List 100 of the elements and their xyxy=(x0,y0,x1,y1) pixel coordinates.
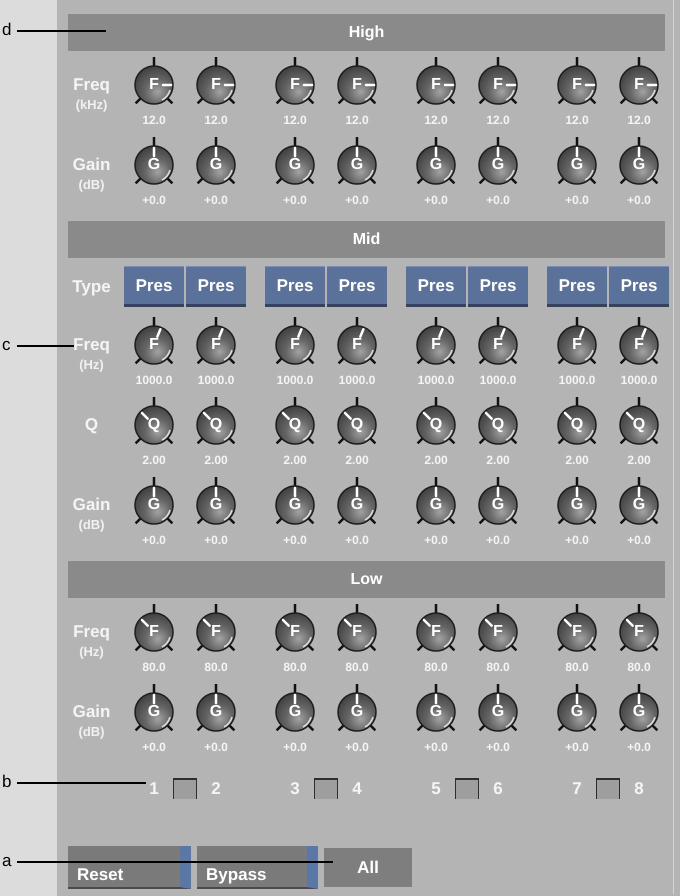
knob-value: +0.0 xyxy=(627,740,651,754)
knob-value: +0.0 xyxy=(345,193,369,207)
knob-value: 80.0 xyxy=(565,660,589,674)
knob-value: 12.0 xyxy=(565,113,589,127)
knob-value: +0.0 xyxy=(345,740,369,754)
channel-number: 6 xyxy=(492,778,504,798)
link-checkbox[interactable] xyxy=(314,778,338,799)
leader-line xyxy=(17,345,74,347)
knob-value: 2.00 xyxy=(565,453,589,467)
unit-label: (dB) xyxy=(78,724,104,740)
link-checkbox[interactable] xyxy=(173,778,197,799)
knob-value: 2.00 xyxy=(345,453,369,467)
knob-value: +0.0 xyxy=(283,740,307,754)
row-label: Gain xyxy=(72,155,110,175)
channel-number: 7 xyxy=(571,778,583,798)
knob-value: +0.0 xyxy=(424,193,448,207)
knob-value: 1000.0 xyxy=(338,373,376,387)
type-button[interactable]: Pres xyxy=(406,266,466,307)
knob-value: 1000.0 xyxy=(198,373,234,387)
knob-value: 1000.0 xyxy=(276,373,314,387)
unit-label: (dB) xyxy=(78,177,104,193)
knob-value: 2.00 xyxy=(627,453,651,467)
channel-number: 1 xyxy=(148,778,160,798)
knob-value: +0.0 xyxy=(565,533,589,547)
knob-value: 80.0 xyxy=(345,660,369,674)
knob-value: 12.0 xyxy=(283,113,307,127)
row-label: Gain xyxy=(72,702,110,722)
knob-value: 12.0 xyxy=(345,113,369,127)
link-checkbox[interactable] xyxy=(455,778,479,799)
knob-value: 1000.0 xyxy=(558,373,596,387)
channel-number: 5 xyxy=(430,778,442,798)
knob-value: +0.0 xyxy=(565,740,589,754)
knob-value: +0.0 xyxy=(424,533,448,547)
knob-value: +0.0 xyxy=(204,533,228,547)
action-button[interactable]: Reset xyxy=(68,846,191,889)
type-button[interactable]: Pres xyxy=(265,266,325,307)
channel-number: 3 xyxy=(289,778,301,798)
row-label: Type xyxy=(72,276,111,296)
knob-value: 80.0 xyxy=(627,660,651,674)
knob-value: 80.0 xyxy=(204,660,228,674)
knob-value: 80.0 xyxy=(424,660,448,674)
row-label: Freq xyxy=(73,622,110,642)
knob-value: +0.0 xyxy=(142,193,166,207)
type-button[interactable]: Pres xyxy=(468,266,528,307)
knob-value: 2.00 xyxy=(204,453,228,467)
knob-value: +0.0 xyxy=(204,740,228,754)
knob-value: 12.0 xyxy=(204,113,228,127)
knob-value: 2.00 xyxy=(424,453,448,467)
type-button[interactable]: Pres xyxy=(609,266,669,307)
knob-value: 12.0 xyxy=(424,113,448,127)
knob-value: +0.0 xyxy=(486,193,510,207)
callout-letter: c xyxy=(2,335,10,355)
knob-value: 2.00 xyxy=(486,453,510,467)
knob-value: 1000.0 xyxy=(620,373,658,387)
knob-value: 80.0 xyxy=(142,660,166,674)
knob-value: +0.0 xyxy=(627,533,651,547)
knob-value: 12.0 xyxy=(627,113,651,127)
unit-label: (Hz) xyxy=(79,357,104,373)
row-label: Freq xyxy=(73,335,110,355)
knob-value: 1000.0 xyxy=(418,373,454,387)
channel-number: 8 xyxy=(633,778,645,798)
action-button[interactable]: Bypass xyxy=(197,846,318,889)
unit-label: (Hz) xyxy=(79,644,104,660)
knob-value: +0.0 xyxy=(142,740,166,754)
channel-number: 4 xyxy=(351,778,363,798)
knob-value: 1000.0 xyxy=(136,373,172,387)
callout-letter: a xyxy=(2,851,12,871)
knob-value: +0.0 xyxy=(283,193,307,207)
knob-value: +0.0 xyxy=(283,533,307,547)
section-header: Low xyxy=(68,561,665,598)
row-label: Q xyxy=(84,415,98,435)
type-button[interactable]: Pres xyxy=(186,266,246,307)
type-button[interactable]: Pres xyxy=(327,266,387,307)
knob-value: +0.0 xyxy=(345,533,369,547)
callout-letter: d xyxy=(2,20,12,40)
type-button[interactable]: Pres xyxy=(124,266,184,307)
unit-label: (dB) xyxy=(78,517,104,533)
knob-value: +0.0 xyxy=(486,740,510,754)
unit-label: (kHz) xyxy=(76,97,108,113)
knob-value: 2.00 xyxy=(142,453,166,467)
knob-value: 12.0 xyxy=(142,113,166,127)
knob-value: 1000.0 xyxy=(480,373,516,387)
knob-value: 12.0 xyxy=(486,113,510,127)
knob-value: 80.0 xyxy=(283,660,307,674)
link-checkbox[interactable] xyxy=(596,778,620,799)
row-label: Freq xyxy=(73,75,110,95)
knob-value: 80.0 xyxy=(486,660,510,674)
knob-value: +0.0 xyxy=(486,533,510,547)
knob-value: +0.0 xyxy=(204,193,228,207)
knob-value: +0.0 xyxy=(627,193,651,207)
callout-letter: b xyxy=(2,772,12,792)
type-button[interactable]: Pres xyxy=(547,266,607,307)
section-header: Mid xyxy=(68,221,665,258)
section-header: High xyxy=(68,14,665,51)
knob-value: +0.0 xyxy=(424,740,448,754)
action-button[interactable]: All xyxy=(324,848,412,887)
row-label: Gain xyxy=(72,495,110,515)
knob-value: +0.0 xyxy=(142,533,166,547)
knob-value: +0.0 xyxy=(565,193,589,207)
knob-value: 2.00 xyxy=(283,453,307,467)
